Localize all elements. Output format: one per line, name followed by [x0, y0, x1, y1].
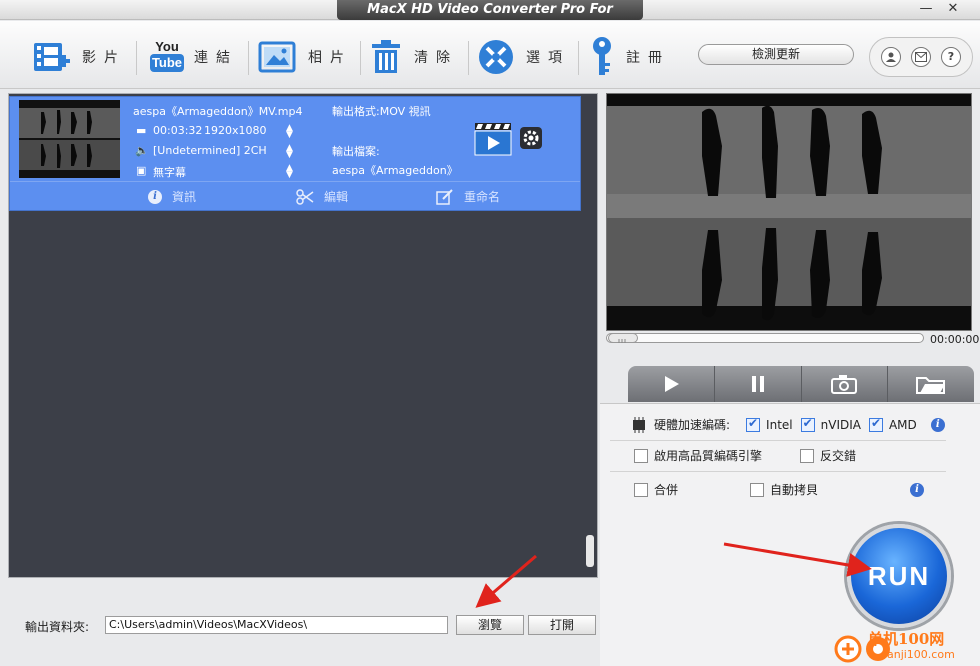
arrow-to-browse [475, 554, 537, 608]
arrow-to-run [723, 542, 872, 577]
annotation-arrows [475, 542, 872, 608]
watermark-text: 单机100网 [868, 630, 945, 648]
watermark-url: danji100.com [880, 648, 955, 661]
